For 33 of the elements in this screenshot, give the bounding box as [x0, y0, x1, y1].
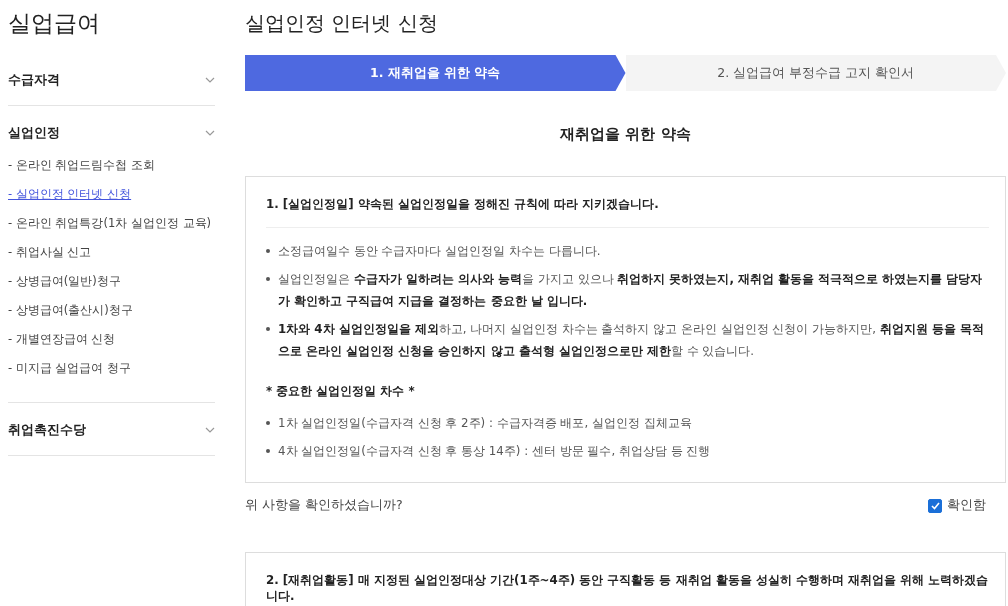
confirm-checkbox[interactable]: 확인함: [928, 497, 986, 514]
menu-link[interactable]: - 미지급 실업급여 청구: [8, 355, 215, 384]
menu-link[interactable]: - 온라인 취업드림수첩 조회: [8, 152, 215, 181]
bullet-text: 실업인정일은 수급자가 일하려는 의사와 능력을 가지고 있으나 취업하지 못하였는지, 재취업 활동을 적극적으로 하였는지를 담당자가 확인하고 구직급여 지급을 결정하는 중요한 날 입니다.: [278, 271, 984, 310]
checkmark-icon: [930, 501, 940, 510]
section-title: 재취업을 위한 약속: [559, 125, 692, 144]
menu-link[interactable]: - 취업사실 신고: [8, 239, 215, 268]
pledge-heading: 1. [실업인정일] 약속된 실업인정일을 정해진 규칙에 따라 지키겠습니다.: [266, 197, 989, 228]
menu-link[interactable]: - 실업인정 인터넷 신청: [8, 181, 215, 210]
chevron-icon: [205, 427, 215, 433]
note-title: * 중요한 실업인정일 차수 *: [266, 384, 416, 400]
menu-link[interactable]: - 상병급여(일반)청구: [8, 268, 215, 297]
bullet-text: 소정급여일수 동안 수급자마다 실업인정일 차수는 다릅니다.: [278, 243, 601, 260]
menu-section-header[interactable]: 수급자격: [8, 63, 215, 95]
menu-link[interactable]: - 상병급여(출산시)청구: [8, 297, 215, 326]
chevron-icon: [205, 77, 215, 83]
bullet-text: 4차 실업인정일(수급자격 신청 후 통상 14주) : 센터 방문 필수, 취업상담 등 진행: [278, 443, 711, 460]
pledge-heading: 2. [재취업활동] 매 지정된 실업인정대상 기간(1주~4주) 동안 구직활동 등 재취업 활동을 성실히 수행하며 재취업을 위해 노력하겠습니다.: [266, 573, 989, 605]
bullet-icon: [266, 327, 270, 331]
menu-link[interactable]: - 개별연장급여 신청: [8, 326, 215, 355]
chevron-icon: [205, 130, 215, 136]
menu-section-header[interactable]: 취업촉진수당: [8, 413, 215, 445]
menu-section-header[interactable]: 실업인정: [8, 116, 215, 148]
bullet-icon: [266, 421, 270, 425]
bullet-icon: [266, 277, 270, 281]
bullet-text: 1차 실업인정일(수급자격 신청 후 2주) : 수급자격증 배포, 실업인정 집체교육: [278, 415, 692, 432]
bullet-icon: [266, 249, 270, 253]
page-title: 실업인정 인터넷 신청: [245, 10, 439, 37]
bullet-text: 1차와 4차 실업인정일을 제외하고, 나머지 실업인정 차수는 출석하지 않고 온라인 실업인정 신청이 가능하지만, 취업지원 등을 목적으로 온라인 실업인정 신청을 승인하지 않고 출석형 실업인정으로만 제한할 수 있습니다.: [278, 321, 985, 360]
confirm-question: 위 사항을 확인하셨습니까?: [245, 497, 403, 514]
sidebar-title: 실업급여: [8, 9, 101, 38]
menu-link[interactable]: - 온라인 취업특강(1차 실업인정 교육): [8, 210, 215, 239]
bullet-icon: [266, 449, 270, 453]
